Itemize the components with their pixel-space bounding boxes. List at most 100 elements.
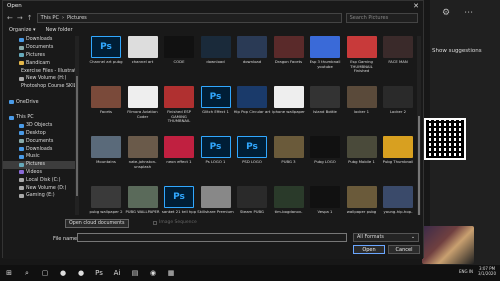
address-bar[interactable]: This PC › Pictures: [36, 13, 342, 23]
image-thumbnail: [310, 136, 340, 158]
open-cloud-documents-button[interactable]: Open cloud documents: [65, 219, 129, 228]
file-tile[interactable]: Finished ESP GAMING THUMBNAIL: [160, 86, 198, 124]
file-name: PUBG 3: [281, 159, 296, 164]
nav-item[interactable]: This PC: [3, 114, 75, 122]
file-tile[interactable]: download: [197, 36, 235, 65]
nav-item[interactable]: Photoshop Course SKILLSHA: [3, 83, 75, 91]
file-tile[interactable]: Island Bottle: [306, 86, 344, 115]
file-tile[interactable]: Facets: [87, 86, 125, 115]
file-tile[interactable]: locker 1: [343, 86, 381, 115]
file-tile[interactable]: Pubg LOGO: [306, 136, 344, 165]
taskbar-app-icon[interactable]: ▤: [126, 265, 144, 281]
clock[interactable]: 3:07 PM 3/1/2020: [478, 266, 496, 277]
file-tile[interactable]: channel art: [124, 36, 162, 65]
forward-icon[interactable]: →: [17, 14, 23, 22]
nav-item[interactable]: Exercise Files - Illustrator E: [3, 67, 75, 75]
file-tile[interactable]: CODE: [160, 36, 198, 65]
file-tile[interactable]: nate-johnston-unsplash: [124, 136, 162, 169]
file-tile[interactable]: Ps PSD LOGO: [233, 136, 271, 165]
taskbar-app-icon[interactable]: Ai: [108, 265, 126, 281]
taskbar-app-icon[interactable]: Ps: [90, 265, 108, 281]
taskbar-app-icon[interactable]: ▦: [162, 265, 180, 281]
breadcrumb-pictures[interactable]: Pictures: [67, 15, 87, 21]
file-tile[interactable]: Steam PUBG: [233, 186, 271, 215]
settings-icon[interactable]: ⚙: [442, 8, 450, 18]
file-tile[interactable]: PUBG WALLPAPER: [124, 186, 162, 215]
nav-item[interactable]: Downloads: [3, 36, 75, 44]
file-tile[interactable]: Ps Channel art pubg: [87, 36, 125, 65]
file-tile[interactable]: Dragon Facets: [270, 36, 308, 65]
nav-item[interactable]: Pictures: [3, 160, 75, 169]
nav-item[interactable]: Bandicam: [3, 59, 75, 67]
file-name: neon effect 1: [166, 159, 192, 164]
show-suggestions[interactable]: Show suggestions: [432, 48, 482, 54]
breadcrumb-this-pc[interactable]: This PC: [41, 15, 59, 21]
image-sequence-checkbox[interactable]: Image Sequence: [153, 220, 197, 225]
file-tile[interactable]: download: [233, 36, 271, 65]
cancel-button[interactable]: Cancel: [388, 245, 420, 254]
taskbar: ⊞ ⌕ ▢ ● ● Ps Ai ▤ ◉ ▦ ENG IN 3:07 PM 3/1/2020: [0, 265, 500, 281]
taskbar-app-icon[interactable]: ●: [54, 265, 72, 281]
image-thumbnail: [310, 36, 340, 58]
new-folder-button[interactable]: New folder: [46, 27, 73, 33]
file-tile[interactable]: Hip Pop Circular art: [233, 86, 271, 115]
file-name: Vespa 1: [317, 209, 333, 214]
nav-item[interactable]: Videos: [3, 169, 75, 177]
file-tile[interactable]: pubg wallpaper 2: [87, 186, 125, 215]
nav-scrollbar[interactable]: [75, 36, 79, 236]
file-tile[interactable]: Locker 2: [379, 86, 417, 115]
file-tile[interactable]: PUBG 3: [270, 136, 308, 165]
nav-item[interactable]: Pictures: [3, 52, 75, 60]
grid-scroll-thumb[interactable]: [418, 116, 420, 226]
checkbox-box[interactable]: [153, 220, 157, 225]
nav-item[interactable]: New Volume (D:): [3, 184, 75, 192]
nav-item[interactable]: Music: [3, 153, 75, 161]
file-tile[interactable]: Filmora Aviation Coder: [124, 86, 162, 119]
file-name-input[interactable]: [77, 233, 347, 242]
more-icon[interactable]: ⋯: [464, 8, 473, 18]
file-tile[interactable]: Pubg Thumbnail: [379, 136, 417, 165]
file-tile[interactable]: Esp 3 thumbnail youtube: [306, 36, 344, 69]
nav-item[interactable]: Local Disk (C:): [3, 176, 75, 184]
file-tile[interactable]: Ps sanket 21 tell hpp: [160, 186, 198, 215]
nav-item[interactable]: Documents: [3, 137, 75, 145]
organize-button[interactable]: Organize ▾: [9, 27, 36, 33]
taskbar-app-icon[interactable]: ⌕: [18, 265, 36, 281]
grid-scrollbar[interactable]: [417, 36, 421, 232]
file-tile[interactable]: Vespa 1: [306, 186, 344, 215]
nav-item[interactable]: Gaming (E:): [3, 192, 75, 200]
close-icon[interactable]: ✕: [413, 2, 419, 10]
nav-scroll-thumb[interactable]: [76, 76, 78, 196]
image-thumbnail: [346, 86, 377, 108]
up-icon[interactable]: ↑: [27, 14, 33, 22]
file-tile[interactable]: iphone wallpaper: [270, 86, 308, 115]
nav-item[interactable]: Downloads: [3, 145, 75, 153]
nav-item-label: New Volume (H:): [26, 76, 67, 82]
nav-item[interactable]: New Volume (H:): [3, 75, 75, 83]
file-tile[interactable]: Mountains: [87, 136, 125, 165]
format-dropdown[interactable]: All Formats ⌄: [353, 233, 419, 242]
file-name: Dragon Facets: [274, 59, 303, 64]
nav-item[interactable]: 3D Objects: [3, 122, 75, 130]
file-tile[interactable]: FACE MAN: [379, 36, 417, 65]
file-tile[interactable]: Ps Glitch Effect 1: [197, 86, 235, 115]
nav-item[interactable]: Desktop: [3, 130, 75, 138]
taskbar-app-icon[interactable]: ●: [72, 265, 90, 281]
taskbar-app-icon[interactable]: ◉: [144, 265, 162, 281]
open-button[interactable]: Open: [353, 245, 385, 254]
title-bar: Open ✕: [3, 1, 423, 11]
file-tile[interactable]: Ps Ps LOGO 1: [197, 136, 235, 165]
file-tile[interactable]: neon effect 1: [160, 136, 198, 165]
nav-item[interactable]: OneDrive: [3, 98, 75, 106]
taskbar-app-icon[interactable]: ⊞: [0, 265, 18, 281]
file-tile[interactable]: wallpaper pubg: [343, 186, 381, 215]
search-input[interactable]: Search Pictures: [345, 13, 418, 23]
nav-item[interactable]: Documents: [3, 44, 75, 52]
language-indicator[interactable]: ENG IN: [459, 269, 473, 274]
file-tile[interactable]: Esp Gaming THUMBNAIL Finished: [343, 36, 381, 74]
back-icon[interactable]: ←: [7, 14, 13, 22]
photoshop-file-icon: Ps: [200, 86, 231, 108]
file-tile[interactable]: Pubg Mobile 1: [343, 136, 381, 165]
taskbar-app-icon[interactable]: ▢: [36, 265, 54, 281]
image-thumbnail: [127, 186, 158, 208]
